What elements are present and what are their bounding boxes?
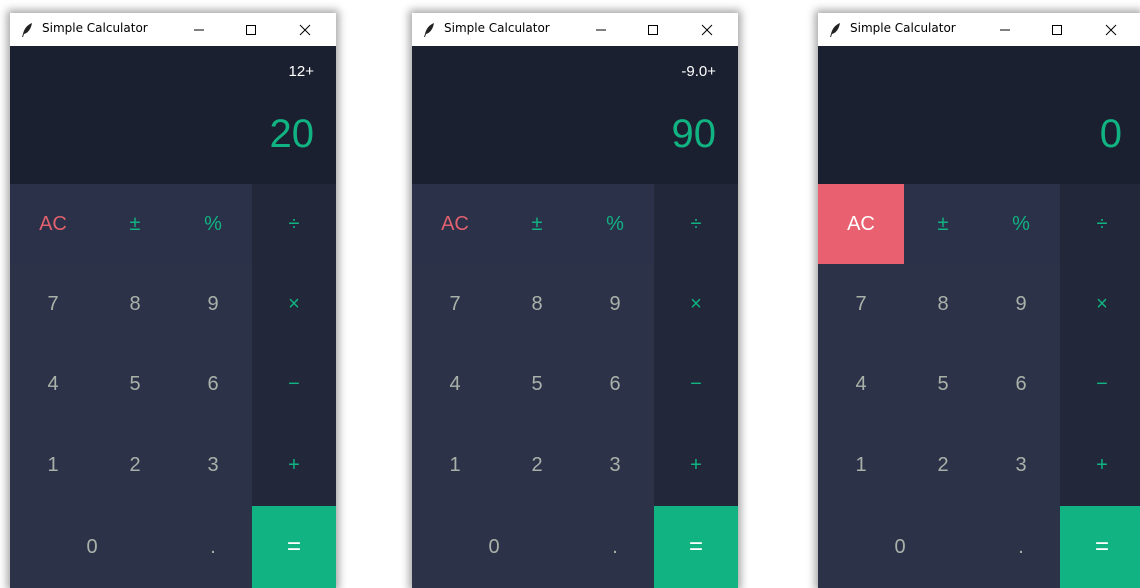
digit-5-button[interactable]: 5: [904, 344, 982, 424]
digit-7-button[interactable]: 7: [10, 264, 96, 344]
digit-7-button[interactable]: 7: [818, 264, 904, 344]
digit-2-button[interactable]: 2: [96, 424, 174, 506]
divide-button[interactable]: ÷: [252, 184, 336, 264]
maximize-icon: [648, 24, 658, 35]
decimal-button[interactable]: .: [576, 506, 654, 588]
minus-button[interactable]: −: [654, 344, 738, 424]
minimize-button[interactable]: [578, 13, 624, 46]
equals-button[interactable]: =: [654, 506, 738, 588]
minus-button[interactable]: −: [252, 344, 336, 424]
plus-minus-button[interactable]: ±: [904, 184, 982, 264]
plus-minus-button[interactable]: ±: [498, 184, 576, 264]
title-bar: Simple Calculator: [412, 13, 738, 46]
plus-minus-button[interactable]: ±: [96, 184, 174, 264]
result-readout: 20: [269, 112, 315, 156]
minimize-button[interactable]: [982, 13, 1028, 46]
digit-4-button[interactable]: 4: [818, 344, 904, 424]
keypad: AC ± % ÷ 7 8 9 × 4 5 6 − 1 2 3 + 0 . =: [412, 184, 738, 588]
maximize-icon: [246, 24, 256, 35]
expression-readout: -9.0+: [681, 63, 716, 80]
digit-8-button[interactable]: 8: [498, 264, 576, 344]
digit-7-button[interactable]: 7: [412, 264, 498, 344]
title-bar: Simple Calculator: [10, 13, 336, 46]
feather-icon: [424, 23, 434, 37]
digit-1-button[interactable]: 1: [10, 424, 96, 506]
calculator-window-3: Simple Calculator 0 AC ± % ÷ 7 8 9 × 4 5…: [818, 13, 1140, 588]
percent-button[interactable]: %: [174, 184, 252, 264]
maximize-icon: [1052, 24, 1062, 35]
digit-8-button[interactable]: 8: [904, 264, 982, 344]
digit-3-button[interactable]: 3: [576, 424, 654, 506]
digit-3-button[interactable]: 3: [174, 424, 252, 506]
calculator-window-1: Simple Calculator 12+ 20 AC ± % ÷ 7 8 9 …: [10, 13, 336, 588]
title-bar: Simple Calculator: [818, 13, 1140, 46]
feather-icon: [22, 23, 32, 37]
plus-button[interactable]: +: [1060, 424, 1140, 506]
ac-button[interactable]: AC: [412, 184, 498, 264]
digit-5-button[interactable]: 5: [498, 344, 576, 424]
maximize-button[interactable]: [630, 13, 676, 46]
percent-button[interactable]: %: [576, 184, 654, 264]
window-title: Simple Calculator: [444, 21, 550, 35]
close-button[interactable]: [1088, 13, 1134, 46]
display: -9.0+ 90: [412, 46, 738, 184]
display: 12+ 20: [10, 46, 336, 184]
multiply-button[interactable]: ×: [1060, 264, 1140, 344]
multiply-button[interactable]: ×: [654, 264, 738, 344]
close-icon: [1105, 24, 1117, 35]
plus-button[interactable]: +: [252, 424, 336, 506]
ac-button[interactable]: AC: [10, 184, 96, 264]
equals-button[interactable]: =: [252, 506, 336, 588]
digit-0-button[interactable]: 0: [412, 506, 576, 588]
minimize-button[interactable]: [176, 13, 222, 46]
digit-5-button[interactable]: 5: [96, 344, 174, 424]
digit-0-button[interactable]: 0: [818, 506, 982, 588]
digit-6-button[interactable]: 6: [174, 344, 252, 424]
keypad: AC ± % ÷ 7 8 9 × 4 5 6 − 1 2 3 + 0 . =: [818, 184, 1140, 588]
digit-9-button[interactable]: 9: [576, 264, 654, 344]
expression-readout: 12+: [288, 63, 314, 80]
feather-icon: [830, 23, 840, 37]
digit-3-button[interactable]: 3: [982, 424, 1060, 506]
maximize-button[interactable]: [1034, 13, 1080, 46]
digit-6-button[interactable]: 6: [982, 344, 1060, 424]
close-button[interactable]: [684, 13, 730, 46]
keypad: AC ± % ÷ 7 8 9 × 4 5 6 − 1 2 3 + 0 . =: [10, 184, 336, 588]
minimize-icon: [1000, 29, 1010, 30]
close-button[interactable]: [282, 13, 328, 46]
digit-1-button[interactable]: 1: [818, 424, 904, 506]
digit-6-button[interactable]: 6: [576, 344, 654, 424]
multiply-button[interactable]: ×: [252, 264, 336, 344]
maximize-button[interactable]: [228, 13, 274, 46]
digit-2-button[interactable]: 2: [904, 424, 982, 506]
result-readout: 90: [671, 112, 717, 156]
digit-2-button[interactable]: 2: [498, 424, 576, 506]
close-icon: [299, 24, 311, 35]
digit-9-button[interactable]: 9: [982, 264, 1060, 344]
calculator-window-2: Simple Calculator -9.0+ 90 AC ± % ÷ 7 8 …: [412, 13, 738, 588]
digit-1-button[interactable]: 1: [412, 424, 498, 506]
close-icon: [701, 24, 713, 35]
plus-button[interactable]: +: [654, 424, 738, 506]
ac-button[interactable]: AC: [818, 184, 904, 264]
divide-button[interactable]: ÷: [654, 184, 738, 264]
minimize-icon: [194, 29, 204, 30]
window-title: Simple Calculator: [42, 21, 148, 35]
window-title: Simple Calculator: [850, 21, 956, 35]
minus-button[interactable]: −: [1060, 344, 1140, 424]
decimal-button[interactable]: .: [174, 506, 252, 588]
decimal-button[interactable]: .: [982, 506, 1060, 588]
equals-button[interactable]: =: [1060, 506, 1140, 588]
digit-9-button[interactable]: 9: [174, 264, 252, 344]
digit-0-button[interactable]: 0: [10, 506, 174, 588]
result-readout: 0: [1099, 112, 1122, 156]
digit-4-button[interactable]: 4: [412, 344, 498, 424]
digit-8-button[interactable]: 8: [96, 264, 174, 344]
divide-button[interactable]: ÷: [1060, 184, 1140, 264]
percent-button[interactable]: %: [982, 184, 1060, 264]
minimize-icon: [596, 29, 606, 30]
display: 0: [818, 46, 1140, 184]
digit-4-button[interactable]: 4: [10, 344, 96, 424]
